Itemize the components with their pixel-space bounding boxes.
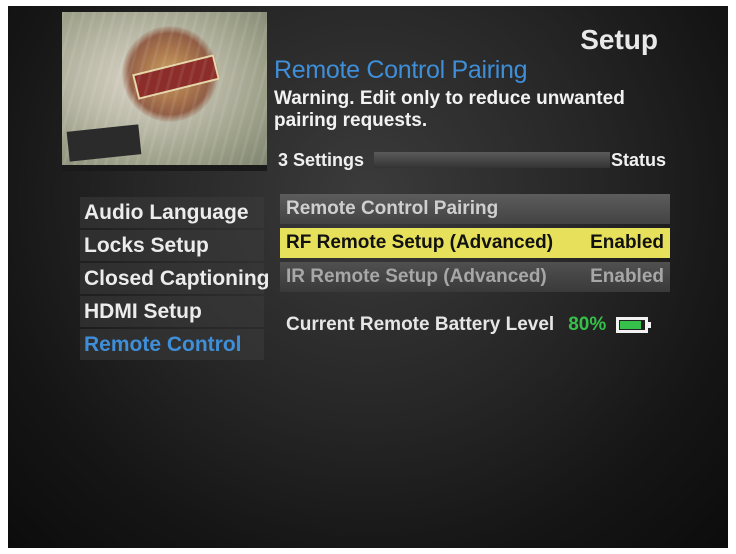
option-status: Enabled (590, 232, 664, 253)
sidebar-menu: Audio Language Locks Setup Closed Captio… (80, 197, 270, 362)
video-preview (62, 12, 267, 171)
sidebar-item-audio-language[interactable]: Audio Language (80, 197, 264, 228)
sidebar-item-locks-setup[interactable]: Locks Setup (80, 230, 264, 261)
page-title: Setup (580, 24, 658, 55)
option-rf-remote-setup[interactable]: RF Remote Setup (Advanced) Enabled (280, 228, 670, 258)
battery-icon (616, 317, 652, 333)
option-ir-remote-setup[interactable]: IR Remote Setup (Advanced) Enabled (280, 262, 670, 292)
sidebar-item-remote-control[interactable]: Remote Control (80, 329, 264, 360)
sidebar-item-closed-captioning[interactable]: Closed Captioning (80, 263, 270, 294)
option-label: IR Remote Setup (Advanced) (286, 266, 547, 287)
battery-level-row: Current Remote Battery Level 80% (286, 310, 676, 340)
sidebar-item-hdmi-setup[interactable]: HDMI Setup (80, 296, 264, 327)
option-status: Enabled (590, 266, 664, 287)
option-remote-control-pairing[interactable]: Remote Control Pairing (280, 194, 670, 224)
screen-title: Remote Control Pairing (274, 56, 528, 84)
battery-label: Current Remote Battery Level (286, 314, 555, 335)
battery-fill (620, 321, 642, 329)
settings-count: 3 Settings (278, 149, 365, 170)
tv-screen: Setup Remote Control Pairing Warning. Ed… (8, 6, 728, 548)
settings-header: 3 Settings Status (274, 148, 670, 172)
warning-text: Warning. Edit only to reduce unwanted pa… (274, 88, 625, 131)
settings-header-bar (374, 152, 610, 168)
status-column-label: Status (610, 149, 666, 170)
battery-percent: 80% (568, 314, 607, 335)
option-label: RF Remote Setup (Advanced) (286, 232, 554, 253)
option-label: Remote Control Pairing (286, 198, 499, 219)
